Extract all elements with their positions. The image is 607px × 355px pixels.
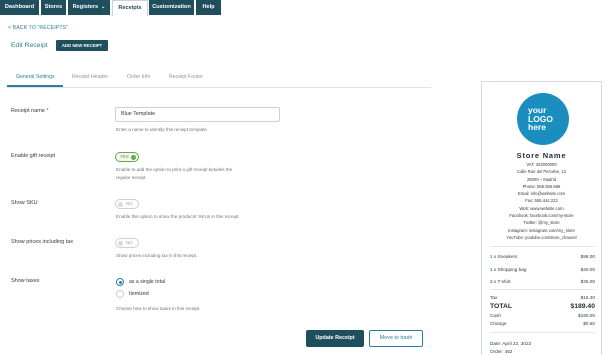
show-prices-tax-toggle[interactable]: NO xyxy=(115,238,139,248)
receipt-divider xyxy=(490,289,595,290)
receipt-preview: your LOGO here Store Name VAT: 333000000… xyxy=(481,81,602,355)
tab-general-settings[interactable]: General Settings xyxy=(16,74,55,80)
logo-placeholder: your LOGO here xyxy=(517,93,569,145)
store-details: VAT: 333000000 Calle Rúe del Percebe, 13… xyxy=(482,161,601,241)
gift-receipt-help-2: regular receipt. xyxy=(116,175,147,180)
change-value: $0.60 xyxy=(583,321,595,326)
gift-receipt-help-1: Enable to add the option to print a gift… xyxy=(116,167,233,172)
item-price: $36.00 xyxy=(580,279,595,284)
taxes-single-total-radio[interactable] xyxy=(116,278,124,286)
item-name: 1 x Sneakers xyxy=(490,254,518,259)
tax-label: Tax xyxy=(490,295,498,300)
receipt-item: 1 x Sneakers $98.00 xyxy=(490,254,595,259)
show-sku-toggle-text: NO xyxy=(126,201,133,206)
nav-tab-stores[interactable]: Stores xyxy=(41,0,67,15)
receipt-item: 1 x Shopping bag $40.00 xyxy=(490,267,595,272)
taxes-single-total-label[interactable]: as a single total xyxy=(129,279,165,285)
store-instagram: Instagram: instagram.com/my_store xyxy=(508,227,575,233)
receipt-item: 2 x T-shirt $36.00 xyxy=(490,279,595,284)
receipt-tax: Tax $15.40 xyxy=(490,295,595,300)
add-new-receipt-button[interactable]: ADD NEW RECEIPT xyxy=(56,40,108,51)
store-facebook: Facebook: facebook.com/my-store xyxy=(509,213,574,219)
item-name: 1 x Shopping bag xyxy=(490,267,527,272)
taxes-itemized-label[interactable]: Itemized xyxy=(129,291,149,297)
store-email: Email: info@website.com xyxy=(517,191,566,197)
receipt-name-input[interactable]: Blue Template xyxy=(115,107,280,122)
store-vat: VAT: 333000000 xyxy=(526,162,557,167)
tab-order-info[interactable]: Order Info xyxy=(127,74,150,80)
taxes-itemized-radio[interactable] xyxy=(116,290,124,298)
nav-tab-receipts[interactable]: Receipts xyxy=(112,0,148,16)
store-city: 28000 – Madrid xyxy=(526,176,557,182)
tax-value: $15.40 xyxy=(580,295,595,300)
item-price: $98.00 xyxy=(580,254,595,259)
store-name: Store Name xyxy=(516,151,567,160)
show-sku-toggle[interactable]: NO xyxy=(115,199,139,209)
show-prices-tax-toggle-text: NO xyxy=(126,240,133,245)
gift-receipt-toggle-text: YES xyxy=(120,154,129,159)
receipt-name-help: Enter a name to identify this receipt te… xyxy=(116,127,207,132)
show-taxes-label: Show taxes xyxy=(11,278,40,284)
page-title: Edit Receipt xyxy=(11,42,48,49)
store-youtube: YouTube: youtube.com/store_channel xyxy=(506,234,577,240)
move-to-trash-button[interactable]: Move to trash xyxy=(369,330,423,347)
receipt-divider xyxy=(490,246,595,247)
gift-receipt-label: Enable gift receipt xyxy=(11,153,56,159)
store-twitter: Twitter: @my_store xyxy=(523,220,560,226)
change-label: Change xyxy=(490,321,507,326)
total-label: TOTAL xyxy=(490,303,513,310)
receipt-divider xyxy=(490,332,595,333)
cash-label: Cash xyxy=(490,313,501,318)
show-taxes-help: Choose how to show taxes in this receipt… xyxy=(116,306,201,311)
show-sku-label: Show SKU xyxy=(11,200,38,206)
required-marker: * xyxy=(46,108,49,114)
tab-receipt-header[interactable]: Receipt Header xyxy=(72,74,108,80)
receipt-cash: Cash $190.00 xyxy=(490,313,595,318)
nav-tab-registers[interactable]: Registers ⌄ xyxy=(68,0,111,15)
nav-tab-customization[interactable]: Customization xyxy=(149,0,195,15)
top-nav: Dashboard Stores Registers ⌄ Receipts Cus… xyxy=(0,0,607,16)
receipt-name-label-text: Receipt name xyxy=(11,108,45,114)
receipt-date: Date: April 22, 2022 xyxy=(490,341,532,346)
toggle-knob xyxy=(131,155,136,160)
store-phone: Phone: 555.555.666 xyxy=(522,183,561,189)
show-prices-tax-label: Show prices including tax xyxy=(11,239,74,245)
show-prices-tax-help: Show prices including tax in this receip… xyxy=(116,253,198,258)
store-street: Calle Rúe del Percebe, 13 xyxy=(517,169,566,175)
total-value: $189.40 xyxy=(570,303,595,310)
item-name: 2 x T-shirt xyxy=(490,279,511,284)
receipt-order: Order: 452 xyxy=(490,349,513,354)
store-fax: Fax: 555.444.222 xyxy=(525,198,558,204)
nav-tab-registers-label: Registers xyxy=(72,4,99,10)
chevron-down-icon: ⌄ xyxy=(101,4,106,10)
update-receipt-button[interactable]: Update Receipt xyxy=(306,330,364,347)
receipt-total: TOTAL $189.40 xyxy=(490,303,595,310)
nav-tab-dashboard[interactable]: Dashboard xyxy=(0,0,40,15)
receipt-name-label: Receipt name * xyxy=(11,108,49,114)
logo-line-3: here xyxy=(528,122,546,132)
back-to-receipts-link[interactable]: < BACK TO "RECEIPTS" xyxy=(8,25,68,31)
gift-receipt-toggle[interactable]: YES xyxy=(115,152,139,162)
item-price: $40.00 xyxy=(580,267,595,272)
show-sku-help: Enable this option to show the products'… xyxy=(116,214,240,219)
cash-value: $190.00 xyxy=(578,313,595,318)
store-web: Web: www.website.com xyxy=(519,205,564,211)
toggle-knob xyxy=(118,202,123,207)
tabs-divider xyxy=(7,87,431,88)
tab-receipt-footer[interactable]: Receipt Footer xyxy=(169,74,203,80)
nav-tab-help[interactable]: Help xyxy=(196,0,222,15)
toggle-knob xyxy=(118,241,123,246)
receipt-change: Change $0.60 xyxy=(490,321,595,326)
